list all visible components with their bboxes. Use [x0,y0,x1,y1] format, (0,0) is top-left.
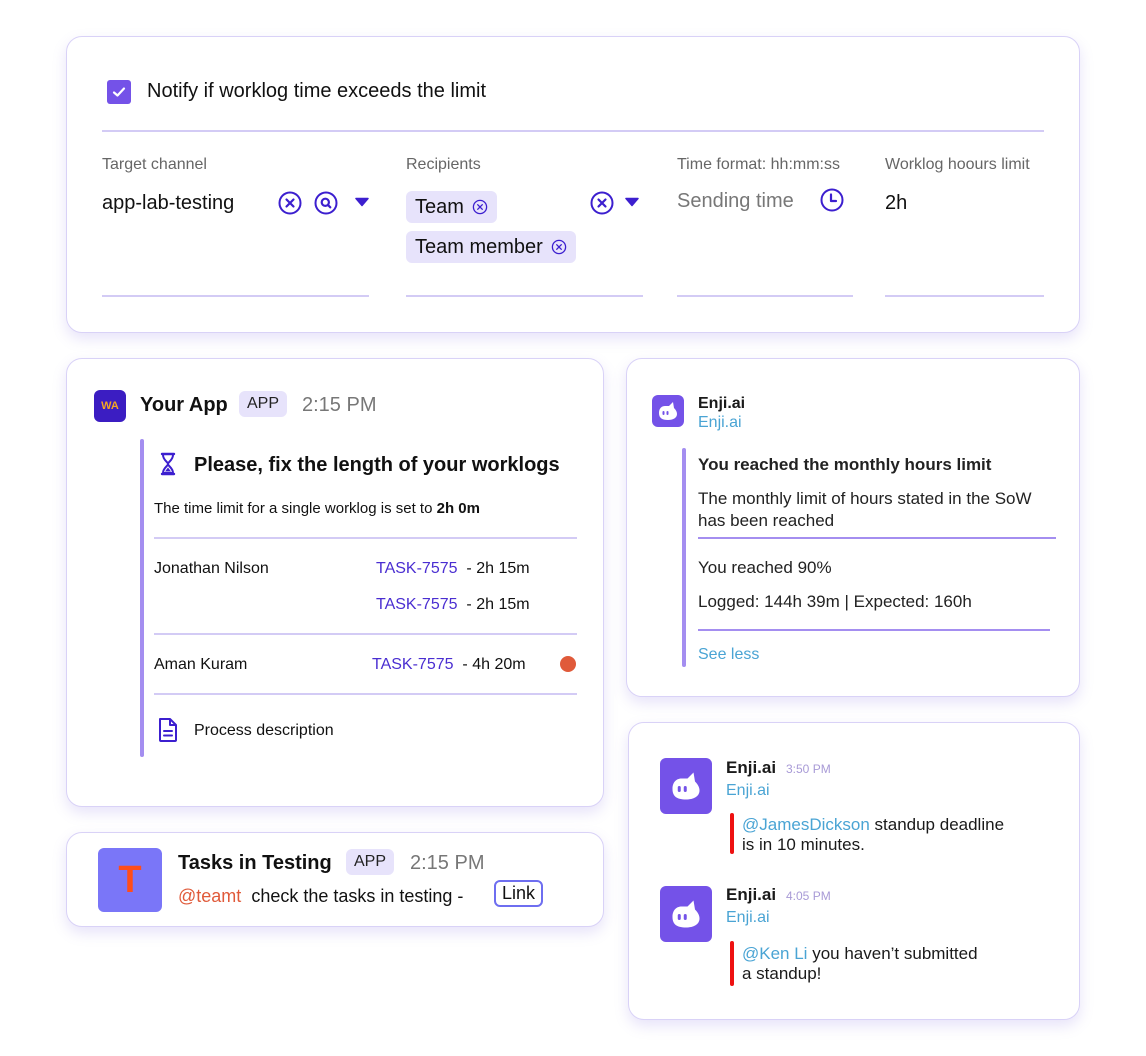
divider [698,629,1050,631]
message-body: standup deadline [869,815,1005,834]
clock-icon[interactable] [820,188,844,212]
recipient-chip: Team member [406,231,576,263]
sending-time-input[interactable]: Sending time [677,190,794,213]
quote-bar [682,448,686,667]
message-body: a standup! [742,964,822,983]
document-icon [157,717,179,743]
mention[interactable]: @JamesDickson [742,815,870,834]
divider [154,633,577,635]
app-name: Tasks in Testing [178,852,332,874]
time-format-underline [677,295,853,297]
message-time: 4:05 PM [786,889,831,903]
alert-title: You reached the monthly hours limit [698,455,992,474]
enji-logo [660,758,712,814]
sender-name: Enji.ai [726,758,777,777]
message-time: 2:15 PM [410,852,485,874]
standup-reminders-card: Enji.ai 3:50 PM Enji.ai @JamesDickson st… [628,722,1080,1020]
app-avatar: T [98,848,162,912]
message-text: @JamesDickson standup deadline is in 10 … [742,815,1004,855]
remove-chip-icon[interactable] [551,239,567,255]
time-limit-value: 2h 0m [436,500,480,517]
see-less-link[interactable]: See less [698,646,759,664]
message-body: you haven’t submitted [807,944,978,963]
message-text: @Ken Li you haven’t submitted a standup! [742,944,978,984]
worklog-notification-settings-card: Notify if worklog time exceeds the limit… [66,36,1080,333]
recipient-chip-label: Team member [415,235,543,258]
app-badge: APP [239,391,288,417]
message-quote-bar [730,813,734,854]
divider [154,693,577,695]
alert-subtitle: The time limit for a single worklog is s… [154,500,480,517]
checkmark-icon [112,87,126,97]
enji-cat-icon [659,402,677,420]
divider [698,537,1056,539]
mention[interactable]: @Ken Li [742,944,807,963]
notify-label: Notify if worklog time exceeds the limit [147,80,487,102]
message-body: is in 10 minutes. [742,835,865,854]
sender-name: Enji.ai [726,885,777,904]
search-icon[interactable] [314,191,338,215]
worklog-entry: TASK-7575 - 2h 15m [376,560,530,578]
divider [154,537,577,539]
app-badge: APP [346,849,395,875]
quote-bar [140,439,144,757]
target-channel-select[interactable]: app-lab-testing [102,192,234,215]
over-limit-dot [560,656,576,672]
message-body: check the tasks in testing - [251,886,464,906]
time-format-label: Time format: hh:mm:ss [677,156,840,173]
dropdown-arrow-icon[interactable] [625,197,639,207]
recipients-underline [406,295,643,297]
monthly-limit-message-card: Enji.ai Enji.ai You reached the monthly … [626,358,1080,697]
worklog-duration: - 2h 15m [466,560,530,577]
enji-cat-icon [672,772,700,800]
tasks-in-testing-message-card: T Tasks in Testing APP 2:15 PM @teamt ch… [66,832,604,927]
task-link[interactable]: TASK-7575 [376,560,458,577]
recipient-chip-label: Team [415,195,464,218]
recipients-label: Recipients [406,156,481,173]
clear-icon[interactable] [278,191,302,215]
worklog-entry: TASK-7575 - 2h 15m [376,596,530,614]
sender-subtitle[interactable]: Enji.ai [698,414,742,432]
divider [102,130,1044,132]
message-text: @teamt check the tasks in testing - [178,886,463,907]
person-name: Jonathan Nilson [154,560,269,577]
worklog-duration: - 2h 15m [466,596,530,613]
worklog-entry: TASK-7575 - 4h 20m [372,656,526,674]
sender-name: Enji.ai [698,395,746,412]
enji-logo [652,395,684,427]
hourglass-icon [159,452,177,476]
reached-percent: You reached 90% [698,558,832,577]
person-name: Aman Kuram [154,656,248,673]
message-time: 3:50 PM [786,762,831,776]
remove-chip-icon[interactable] [472,199,488,215]
worklog-length-message-card: WA Your App APP 2:15 PM Please, fix the … [66,358,604,807]
app-name: Your App [140,394,228,416]
message-time: 2:15 PM [302,394,377,416]
alert-subtitle-text: The time limit for a single worklog is s… [154,500,437,517]
dropdown-arrow-icon[interactable] [355,197,369,207]
worklog-limit-label: Worklog hoours limit [885,156,1030,173]
alert-title: Please, fix the length of your worklogs [194,454,560,476]
task-link[interactable]: TASK-7575 [372,656,454,673]
worklog-limit-underline [885,295,1044,297]
logged-expected: Logged: 144h 39m | Expected: 160h [698,592,972,611]
enji-cat-icon [672,900,700,928]
link-button[interactable]: Link [494,880,544,907]
sender-subtitle[interactable]: Enji.ai [726,782,770,800]
sender-subtitle[interactable]: Enji.ai [726,909,770,927]
worklog-limit-input[interactable]: 2h [885,192,907,215]
target-channel-underline [102,295,369,297]
clear-icon[interactable] [590,191,614,215]
task-link[interactable]: TASK-7575 [376,596,458,613]
alert-body: The monthly limit of hours stated in the… [698,489,1032,530]
app-avatar: WA [94,390,126,422]
recipient-chip: Team [406,191,497,223]
process-description-link[interactable]: Process description [194,722,334,740]
message-quote-bar [730,941,734,986]
enji-logo [660,886,712,942]
worklog-duration: - 4h 20m [462,656,526,673]
mention[interactable]: @teamt [178,886,241,906]
notify-checkbox[interactable] [107,80,131,104]
target-channel-label: Target channel [102,156,207,173]
